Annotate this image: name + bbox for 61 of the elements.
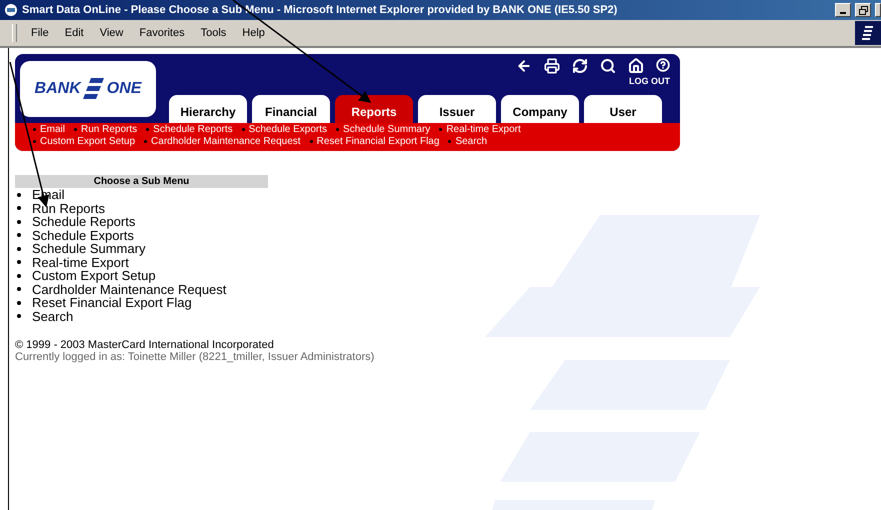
submenu-link[interactable]: Search: [448, 136, 488, 148]
submenu-item[interactable]: Schedule Exports: [32, 228, 134, 243]
submenu-item[interactable]: Schedule Summary: [32, 241, 146, 256]
menu-item[interactable]: File: [23, 27, 57, 39]
submenu-link[interactable]: Schedule Reports: [146, 124, 233, 136]
menu-item[interactable]: Edit: [56, 27, 92, 39]
submenu-item[interactable]: Real-time Export: [32, 254, 129, 270]
window-title: Smart Data OnLine - Please Choose a Sub Menu - Microsoft Internet Explorer provided by BANK ONE (IE5.50 SP2): [22, 4, 618, 16]
nav-tab[interactable]: Reports: [335, 95, 413, 123]
bullet-icon: [17, 233, 21, 238]
nav-tab[interactable]: Issuer: [418, 95, 496, 123]
close-button[interactable]: [875, 3, 881, 17]
bullet-icon: [17, 260, 21, 264]
back-icon[interactable]: [516, 58, 532, 74]
submenu-link[interactable]: Email: [33, 124, 66, 136]
home-icon[interactable]: [628, 58, 644, 74]
submenu-item[interactable]: Cardholder Maintenance Request: [32, 282, 226, 297]
logo-text: ONE: [106, 80, 142, 98]
submenu-link[interactable]: Cardholder Maintenance Request: [144, 136, 301, 148]
bullet-icon: [17, 220, 21, 224]
submenu-link[interactable]: Reset Financial Export Flag: [310, 136, 440, 148]
log-out-link[interactable]: LOG OUT: [629, 76, 670, 86]
menu-item[interactable]: Favorites: [131, 27, 193, 39]
browser-icon: [4, 3, 18, 17]
bullet-icon: [17, 192, 21, 197]
submenu-link[interactable]: Real-time Export: [439, 124, 521, 136]
menu-item[interactable]: View: [92, 27, 132, 39]
bullet-icon: [17, 274, 21, 278]
submenu-link[interactable]: Schedule Summary: [336, 124, 430, 136]
restore-icon: [858, 6, 868, 14]
nav-tab[interactable]: Financial: [252, 95, 330, 123]
submenu-item[interactable]: Search: [32, 308, 74, 324]
section-heading: Choose a Sub Menu: [15, 175, 268, 188]
search-icon[interactable]: [600, 58, 616, 74]
submenu-link[interactable]: Run Reports: [74, 124, 138, 136]
submenu-link[interactable]: Custom Export Setup: [33, 136, 136, 148]
menu-item[interactable]: Help: [234, 27, 273, 39]
bullet-icon: [17, 300, 21, 305]
logo-text: BANK: [34, 80, 81, 98]
submenu-item[interactable]: Run Reports: [32, 200, 105, 216]
help-icon[interactable]: [656, 58, 670, 72]
nav-tab[interactable]: Hierarchy: [169, 95, 247, 123]
bullet-icon: [17, 314, 21, 318]
submenu-item[interactable]: Schedule Reports: [32, 214, 136, 230]
bullet-icon: [17, 246, 21, 251]
logo-mark-icon: [82, 76, 105, 102]
minimize-button[interactable]: [835, 3, 851, 17]
submenu-item[interactable]: Reset Financial Export Flag: [32, 295, 192, 310]
bullet-icon: [17, 206, 21, 210]
print-icon[interactable]: [544, 58, 560, 74]
submenu-item[interactable]: Custom Export Setup: [32, 268, 156, 284]
login-status: Currently logged in as: Toinette Miller (8221_tmiller, Issuer Administrators): [15, 351, 376, 363]
submenu-link[interactable]: Schedule Exports: [242, 124, 328, 136]
nav-tab[interactable]: User: [584, 95, 662, 123]
refresh-icon[interactable]: [572, 58, 588, 74]
browser-logo: [855, 21, 881, 45]
restore-button[interactable]: [855, 3, 871, 17]
copyright-text: © 1999 - 2003 MasterCard International Incorporated: [15, 339, 275, 351]
menu-item[interactable]: Tools: [192, 27, 234, 39]
nav-tab[interactable]: Company: [501, 95, 579, 123]
bullet-icon: [17, 287, 21, 292]
